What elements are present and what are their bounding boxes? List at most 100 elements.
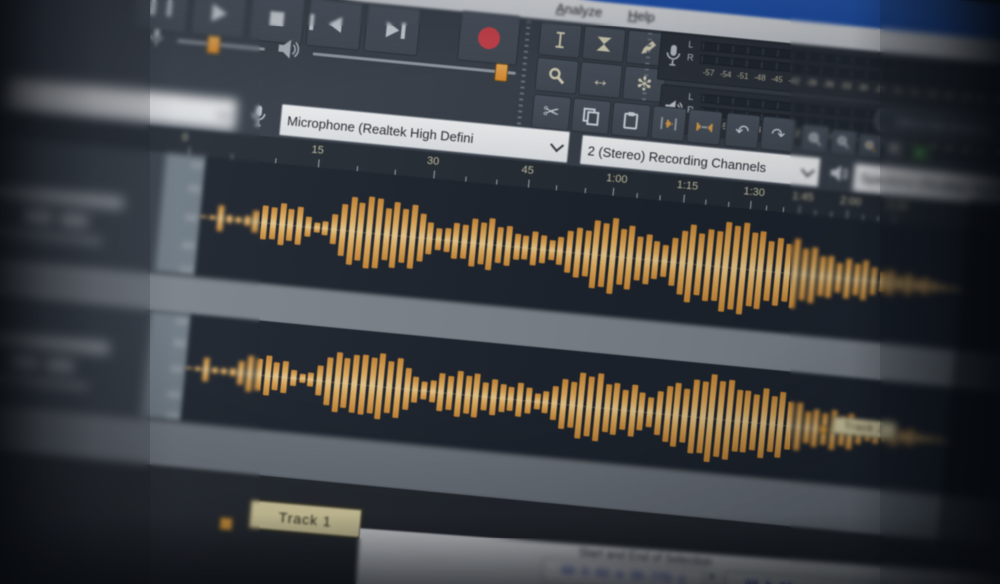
monitoring-pill-label: Click to Start Monitoring [896, 117, 992, 136]
pan-slider[interactable] [0, 373, 88, 389]
waveform-bar [619, 389, 629, 430]
silence-audio-button[interactable] [686, 109, 723, 146]
waveform-bar [420, 382, 428, 400]
solo-button[interactable] [45, 358, 74, 373]
waveform-bar [237, 361, 245, 385]
track-control-panel[interactable] [0, 290, 151, 417]
trim-audio-button[interactable] [650, 105, 687, 142]
timeline-label: 1:15 [676, 179, 698, 193]
gain-slider[interactable] [0, 227, 102, 243]
timeline-tick [528, 180, 530, 188]
waveform-bar [304, 217, 312, 237]
timeline-label: 30 [426, 155, 439, 168]
skip-to-end-button[interactable] [363, 3, 421, 56]
timeline-tick [188, 147, 190, 155]
waveform-bar [646, 397, 655, 428]
waveform-bar [503, 226, 513, 266]
playback-volume-speaker-icon [276, 35, 300, 63]
waveform-bar [451, 223, 460, 260]
zoom-to-selection-icon [863, 139, 877, 153]
waveform-bar [660, 245, 669, 278]
play-at-speed-icon [917, 148, 926, 159]
track1-label-dot [219, 517, 233, 531]
waveform-bar [186, 366, 192, 369]
timeline-tick [612, 188, 614, 196]
meter-scale-value: -9 [976, 94, 984, 104]
timeline-label: 1:30 [743, 185, 765, 199]
waveform-bar [299, 374, 306, 384]
waveform-bar [842, 258, 852, 299]
chevron-down-icon [218, 106, 232, 120]
timeline-label: 45 [521, 164, 534, 177]
time-shift-tool-button[interactable]: ↔ [578, 61, 623, 99]
meter-scale-value: -48 [754, 73, 766, 83]
waveform-bar [272, 362, 281, 390]
zoom-out-icon [836, 135, 851, 150]
waveform-bar [860, 260, 870, 300]
timeline-tick [683, 195, 685, 203]
waveform-bar [922, 277, 930, 294]
timeline-tick [318, 159, 320, 167]
chevron-down-icon [801, 163, 815, 177]
waveform-bar [498, 384, 507, 413]
zoom-in-button[interactable] [800, 124, 831, 155]
waveform-bar [217, 205, 226, 232]
envelope-tool-button[interactable] [581, 25, 626, 63]
play-at-speed-button[interactable] [909, 142, 933, 164]
meter-left-label: L [688, 92, 694, 102]
waveform-bar [913, 279, 920, 292]
zoom-to-selection-button[interactable] [857, 133, 883, 159]
waveform-bar [550, 385, 559, 420]
redo-icon: ↷ [770, 125, 786, 143]
meter-scale-value: -36 [822, 79, 834, 89]
paste-button[interactable] [610, 101, 651, 138]
playback-volume-thumb[interactable] [494, 63, 509, 82]
waveform-bar [229, 368, 236, 377]
amplitude-scale-value: 1.0 [191, 160, 203, 170]
amplitude-scale-value: 0.5 [189, 184, 201, 194]
recording-volume-thumb[interactable] [206, 35, 221, 54]
menu-item-analyze[interactable]: Analyze [556, 0, 603, 19]
zoom-tool-button[interactable] [534, 57, 579, 95]
waveform-bar [307, 372, 314, 387]
waveform-bar [269, 207, 278, 240]
timeline-tick [433, 171, 435, 179]
skip-to-start-button[interactable] [305, 0, 363, 51]
waveform-bar [931, 282, 938, 292]
meter-scale-value: -54 [719, 69, 731, 79]
meter-scale-value: -30 [856, 83, 868, 93]
selection-end-field[interactable]: 00 h 02 m 36.776 s [724, 571, 889, 584]
copy-button[interactable] [570, 98, 611, 135]
waveform-bar [209, 215, 215, 220]
waveform-bar [445, 376, 454, 409]
timeline-tick [893, 215, 895, 223]
play-button[interactable] [190, 0, 248, 40]
solo-button[interactable] [59, 213, 88, 228]
meter-scale-value: -15 [942, 143, 954, 153]
meter-scale-value: -21 [908, 88, 920, 98]
waveform-bar [202, 357, 210, 382]
waveform-bar [896, 276, 903, 290]
zoom-to-fit-button[interactable] [883, 138, 907, 162]
track-control-panel[interactable] [0, 133, 167, 272]
waveform-bar [443, 228, 451, 252]
redo-button[interactable]: ↷ [760, 116, 797, 153]
mute-button[interactable] [9, 355, 38, 370]
undo-button[interactable]: ↶ [724, 112, 761, 149]
meter-left-label: L [688, 39, 694, 49]
cut-button[interactable]: ✂ [531, 94, 572, 131]
amplitude-scale-value: -1.0 [178, 265, 193, 275]
chevron-down-icon [550, 138, 564, 152]
timeline-tick [799, 206, 801, 214]
meter-scale-value: -45 [771, 74, 783, 84]
waveform-bar [834, 262, 843, 293]
menu-item-help[interactable]: Help [627, 7, 655, 24]
selection-start-value: 00 h 02 m 36.776 s [561, 564, 686, 584]
mute-button[interactable] [23, 209, 52, 224]
selection-mode-caret-icon[interactable]: ▾ [709, 572, 715, 583]
record-button[interactable] [457, 10, 522, 66]
selection-tool-button[interactable] [538, 21, 583, 59]
zoom-out-button[interactable] [829, 128, 857, 156]
waveform-bar [226, 215, 233, 223]
waveform-bar [530, 231, 539, 266]
